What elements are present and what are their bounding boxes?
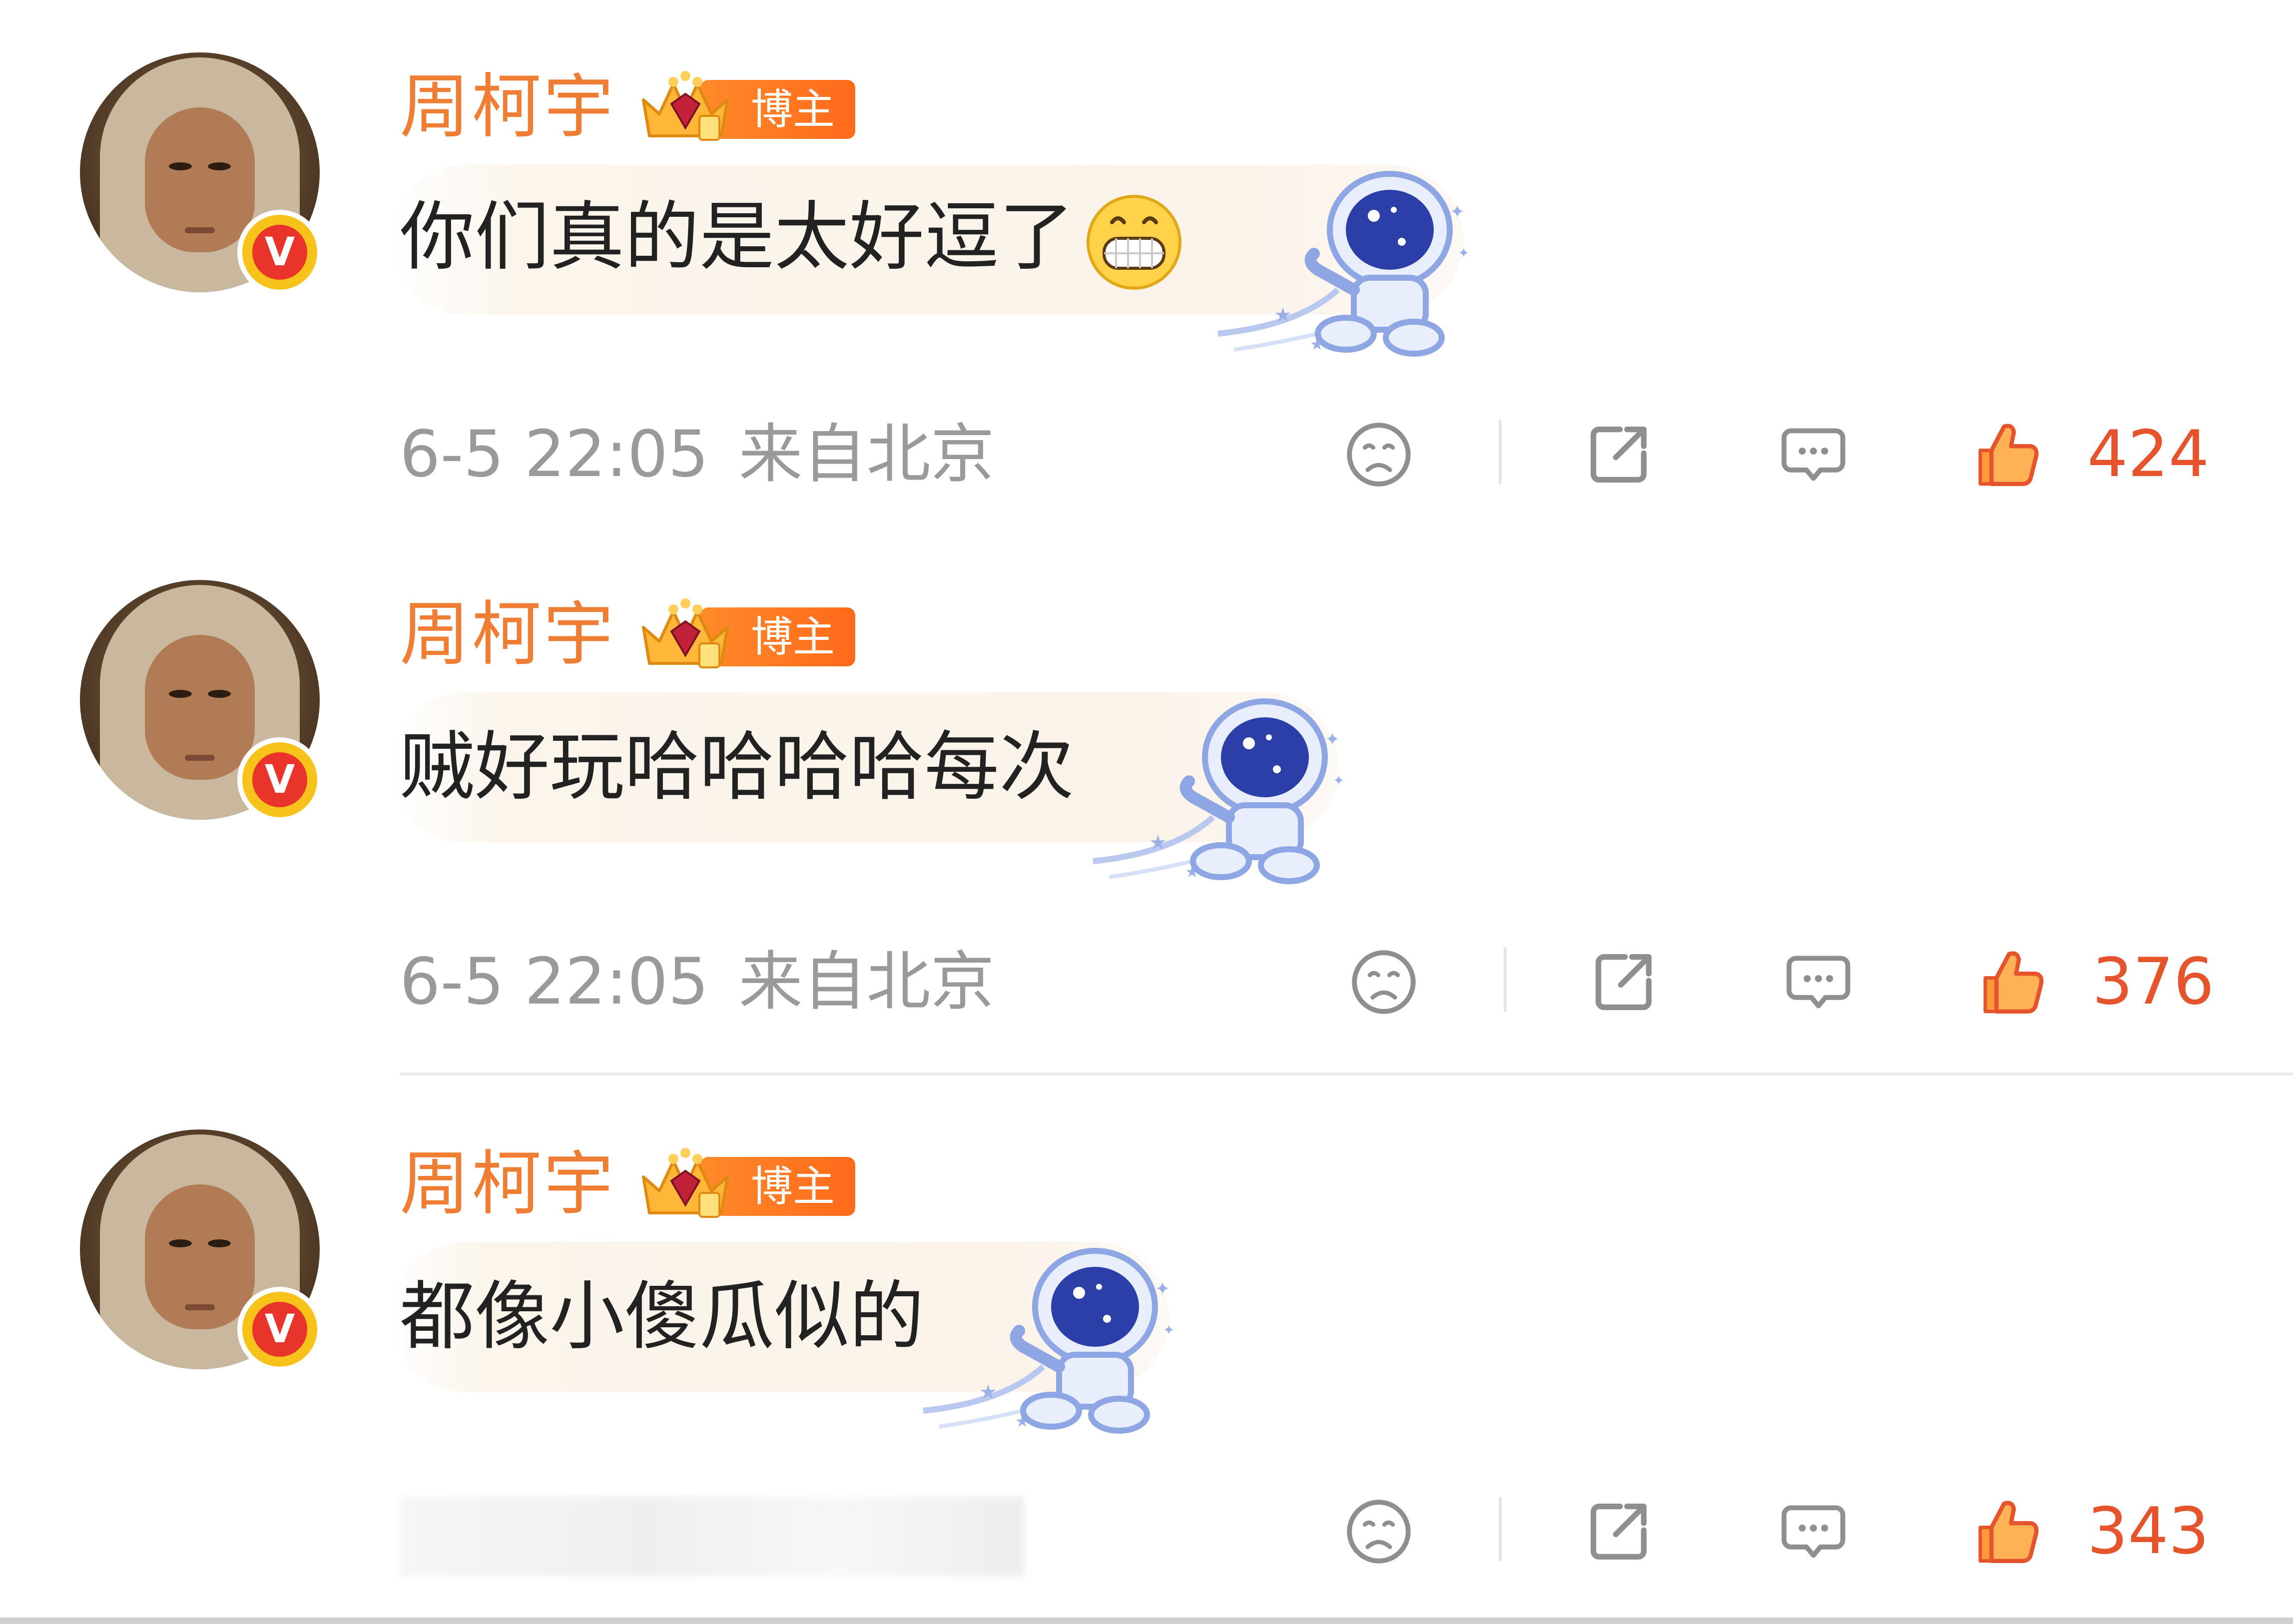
comment-location: 来自北京 <box>738 417 995 492</box>
verified-badge-icon: V <box>242 742 317 817</box>
sad-face-icon[interactable] <box>1339 420 1419 490</box>
comment-item: V 周柯宇 博主 你们真的是太好逗了 6-5 22:05 来自北京 424 <box>0 0 2293 530</box>
avatar[interactable]: V <box>80 1129 320 1369</box>
share-icon[interactable] <box>1579 420 1659 490</box>
comment-separator <box>400 1073 2293 1076</box>
comment-meta: 6-5 22:05 来自北京 424 <box>400 410 2228 500</box>
avatar[interactable]: V <box>80 52 320 292</box>
username[interactable]: 周柯宇 <box>400 1142 615 1227</box>
sad-face-icon[interactable] <box>1344 947 1424 1017</box>
action-divider <box>1499 420 1502 485</box>
astronaut-sticker-icon <box>919 1227 1199 1437</box>
verified-badge-icon: V <box>242 215 317 290</box>
comment-item: V 周柯宇 博主 贼好玩哈哈哈哈每次 6-5 22:05 来自北京 376 <box>0 528 2293 1057</box>
username[interactable]: 周柯宇 <box>400 65 615 150</box>
grinning-face-emoji-icon <box>1084 192 1184 292</box>
crown-icon <box>635 70 735 145</box>
comment-location: 来自北京 <box>738 945 995 1019</box>
username[interactable]: 周柯宇 <box>400 592 615 677</box>
comment-bubble-icon[interactable] <box>1773 1497 1853 1567</box>
blogger-badge[interactable]: 博主 <box>635 597 856 672</box>
obscured-timestamp <box>400 1497 1024 1577</box>
crown-icon <box>635 1147 735 1222</box>
share-icon[interactable] <box>1579 1497 1659 1567</box>
like-count: 343 <box>2087 1494 2210 1569</box>
astronaut-sticker-icon <box>1089 677 1369 887</box>
comment-text: 你们真的是太好逗了 <box>390 187 1184 292</box>
comment-timestamp: 6-5 22:05 来自北京 <box>400 945 995 1019</box>
action-divider <box>1499 1497 1502 1562</box>
comment-meta: 6-5 22:05 来自北京 376 <box>400 937 2228 1027</box>
share-icon[interactable] <box>1584 947 1664 1017</box>
comment-text: 贼好玩哈哈哈哈每次 <box>400 724 1075 811</box>
blogger-badge[interactable]: 博主 <box>635 1147 856 1222</box>
avatar[interactable]: V <box>80 580 320 820</box>
comment-text: 都像小傻瓜似的 <box>400 1273 925 1360</box>
astronaut-sticker-icon <box>1214 150 1494 360</box>
thumbs-up-icon[interactable] <box>1973 947 2053 1017</box>
crown-icon <box>635 597 735 672</box>
blogger-badge[interactable]: 博主 <box>635 70 856 145</box>
sad-face-icon[interactable] <box>1339 1497 1419 1567</box>
like-count: 376 <box>2092 945 2215 1019</box>
verified-badge-icon: V <box>242 1292 317 1367</box>
comment-timestamp: 6-5 22:05 来自北京 <box>400 417 995 492</box>
comment-item: V 周柯宇 博主 都像小傻瓜似的 343 <box>0 1077 2293 1607</box>
thumbs-up-icon[interactable] <box>1968 1497 2048 1567</box>
like-count: 424 <box>2087 417 2210 492</box>
thumbs-up-icon[interactable] <box>1968 420 2048 490</box>
action-divider <box>1504 947 1507 1012</box>
comment-meta: 343 <box>400 1487 2228 1577</box>
bottom-edge <box>0 1618 2293 1624</box>
comment-bubble-icon[interactable] <box>1773 420 1853 490</box>
comment-bubble-icon[interactable] <box>1778 947 1858 1017</box>
comment-feed: V 周柯宇 博主 你们真的是太好逗了 6-5 22:05 来自北京 424 V … <box>0 0 2293 1624</box>
